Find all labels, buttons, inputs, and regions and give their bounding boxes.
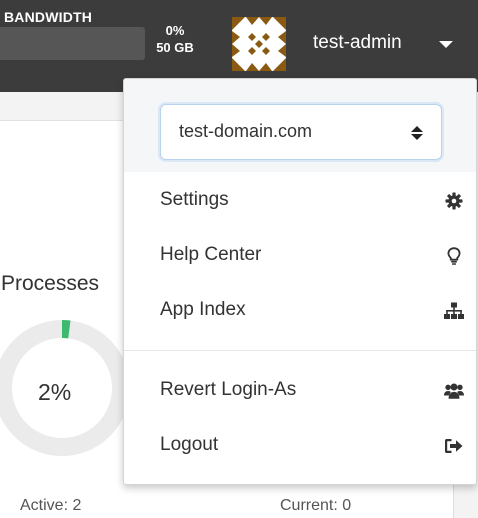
menu-item-label: App Index [160, 299, 246, 320]
identicon-image [232, 17, 286, 71]
menu-item-label: Logout [160, 434, 219, 455]
sitemap-icon [444, 301, 464, 321]
menu-item-settings[interactable]: Settings [124, 177, 476, 225]
user-dropdown-menu: test-domain.com Settings Help Center App… [123, 78, 477, 485]
avatar[interactable] [232, 17, 286, 71]
bandwidth-total: 50 GB [156, 40, 194, 55]
gear-icon [444, 191, 464, 211]
domain-selector-area: test-domain.com [124, 79, 476, 172]
users-icon [444, 381, 464, 401]
processes-percent: 2% [38, 379, 72, 405]
sort-arrows-icon [411, 126, 423, 140]
bandwidth-label: BANDWIDTH [4, 9, 93, 25]
menu-item-label: Revert Login-As [160, 379, 297, 400]
active-count: Active: 2 [20, 497, 82, 514]
bandwidth-percent: 0% [165, 23, 185, 38]
menu-item-label: Help Center [160, 244, 262, 265]
processes-title: Processes [1, 272, 100, 295]
lightbulb-icon [444, 246, 464, 266]
chevron-down-icon[interactable] [439, 41, 453, 48]
menu-item-help-center[interactable]: Help Center [124, 232, 476, 280]
domain-select[interactable]: test-domain.com [160, 104, 442, 160]
current-count: Current: 0 [280, 497, 352, 514]
bandwidth-progress-bar [0, 27, 145, 60]
menu-divider [124, 350, 476, 351]
menu-item-label: Settings [160, 189, 229, 210]
sign-out-icon [444, 436, 464, 456]
domain-select-value: test-domain.com [179, 121, 313, 141]
menu-item-logout[interactable]: Logout [124, 422, 476, 470]
menu-item-revert-login-as[interactable]: Revert Login-As [124, 367, 476, 415]
menu-item-app-index[interactable]: App Index [124, 287, 476, 335]
username[interactable]: test-admin [313, 32, 402, 54]
